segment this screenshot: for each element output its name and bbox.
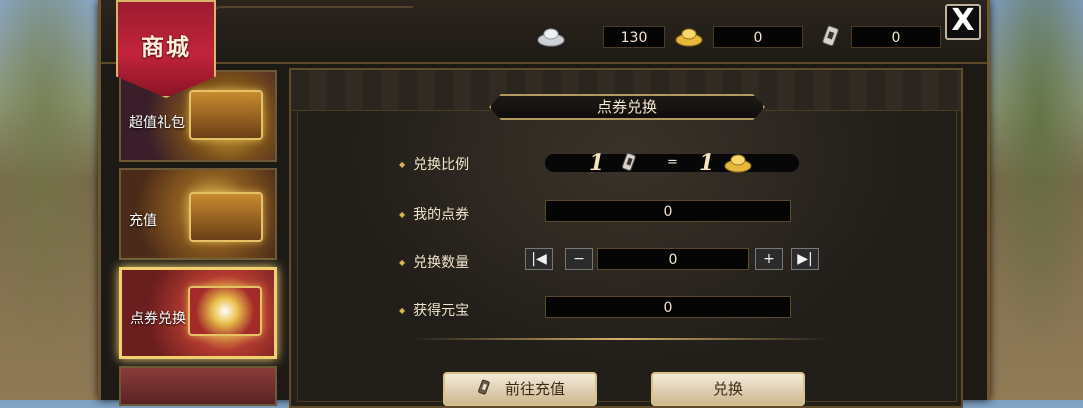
silver-amount: 130 — [603, 26, 665, 48]
sidebar-item-recharge[interactable]: 充值 — [119, 168, 277, 260]
sidebar-item-more[interactable] — [119, 366, 277, 406]
exchange-label: 兑换 — [712, 380, 743, 398]
gain-value: 0 — [545, 296, 791, 318]
decrease-button[interactable]: − — [565, 248, 593, 270]
min-amount-button[interactable]: |◀ — [525, 248, 553, 270]
treasure-chest-icon — [189, 90, 263, 140]
sidebar-item-label: 超值礼包 — [129, 115, 185, 131]
ratio-display: 1 = 1 — [545, 150, 799, 176]
background-scenery-left — [0, 0, 110, 400]
coupon-icon — [478, 379, 490, 395]
divider — [411, 338, 831, 340]
top-bar-ornament — [211, 6, 413, 48]
go-recharge-button[interactable]: 前往充值 — [443, 372, 597, 406]
sidebar-item-coupon-exchange[interactable]: 点券兑换 — [119, 267, 277, 359]
panel-title-plate: 点券兑换 — [489, 94, 765, 120]
ratio-equals: = — [667, 155, 678, 170]
gain-label: 获得元宝 — [399, 300, 469, 320]
gold-ingot-icon — [675, 28, 703, 47]
panel-title: 点券兑换 — [596, 98, 657, 116]
silver-ingot-icon — [537, 28, 565, 47]
gold-ingot-icon — [724, 154, 752, 173]
close-button[interactable]: X — [945, 4, 981, 40]
sidebar-item-label: 充值 — [129, 213, 157, 229]
coupon-amount: 0 — [851, 26, 941, 48]
shop-title: 商城 — [141, 35, 191, 61]
sidebar-item-label: 点券兑换 — [130, 311, 186, 327]
coupon-emblem-icon — [188, 286, 262, 336]
gold-amount: 0 — [713, 26, 803, 48]
my-coupons-label: 我的点券 — [399, 204, 469, 224]
amount-label: 兑换数量 — [399, 252, 469, 272]
exchange-panel: 点券兑换 兑换比例 1 = 1 我的点券 0 兑换数量 |◀ − 0 + ▶| … — [289, 68, 963, 408]
gold-chest-icon — [189, 192, 263, 242]
increase-button[interactable]: + — [755, 248, 783, 270]
coupon-icon — [822, 25, 839, 47]
go-recharge-label: 前往充值 — [504, 380, 565, 398]
ratio-label: 兑换比例 — [399, 154, 469, 174]
max-amount-button[interactable]: ▶| — [791, 248, 819, 270]
ratio-right-value: 1 — [699, 150, 715, 176]
top-bar: 130 0 0 — [101, 0, 987, 64]
my-coupons-value: 0 — [545, 200, 791, 222]
amount-input[interactable]: 0 — [597, 248, 749, 270]
ratio-left-value: 1 — [589, 150, 605, 176]
shop-window: 130 0 0 X 超值礼包 充值 点券兑换 商城 点券兑换 ◆ 兑换比例 1 … — [98, 0, 990, 408]
exchange-button[interactable]: 兑换 — [651, 372, 805, 406]
coupon-icon — [621, 152, 636, 171]
